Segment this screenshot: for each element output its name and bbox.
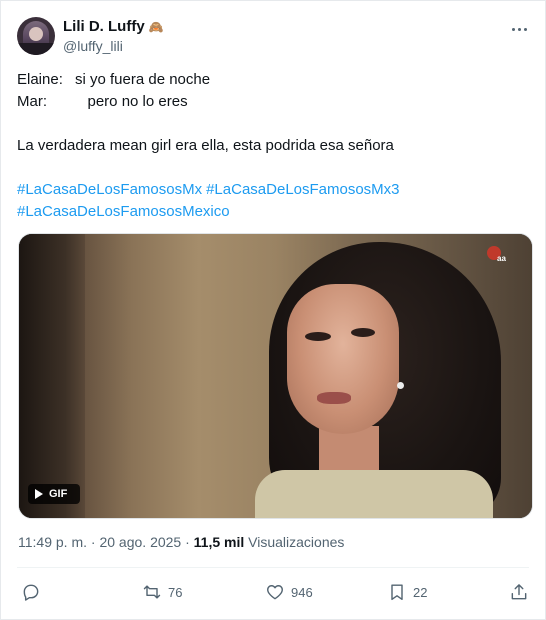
hashtag-list: #LaCasaDeLosFamososMx #LaCasaDeLosFamosos… — [17, 179, 527, 223]
tweet-header: Lili D. Luffy 🙈 @luffy_lili — [17, 15, 533, 59]
channel-logo-text: aa — [497, 254, 506, 263]
post-time[interactable]: 11:49 p. m. — [18, 534, 87, 550]
like-button[interactable]: 946 — [265, 578, 313, 606]
heart-icon — [267, 585, 283, 600]
divider — [17, 567, 529, 568]
post-date[interactable]: 20 ago. 2025 — [99, 534, 181, 550]
dialogue-text: si yo fuera de noche — [75, 71, 211, 88]
gif-label: GIF — [49, 488, 68, 500]
retweet-arrows-icon — [143, 585, 161, 599]
tweet-meta: 11:49 p. m. · 20 ago. 2025 · 11,5 mil Vi… — [18, 534, 344, 550]
bookmark-count: 22 — [413, 584, 428, 600]
comment-text: La verdadera mean girl era ella, esta po… — [17, 137, 394, 154]
dialogue-text: pero no lo eres — [75, 93, 188, 110]
scene-eye — [351, 328, 375, 337]
views-label: Visualizaciones — [248, 534, 345, 550]
author-name-row[interactable]: Lili D. Luffy 🙈 — [63, 18, 164, 35]
scene-face — [287, 284, 399, 434]
bookmark-icon — [391, 584, 403, 601]
author-emoji: 🙈 — [148, 19, 164, 34]
tweet-text: Elaine: si yo fuera de noche Mar: pero no… — [17, 69, 527, 223]
speaker-label: Mar: — [17, 93, 47, 110]
hashtag-link[interactable]: #LaCasaDeLosFamososMx3 — [206, 181, 399, 198]
action-bar: 76 946 22 — [17, 578, 529, 606]
dialogue-line: Elaine: si yo fuera de noche — [17, 69, 527, 91]
retweet-count: 76 — [168, 584, 183, 600]
hashtag-link[interactable]: #LaCasaDeLosFamososMexico — [17, 203, 230, 220]
like-count: 946 — [291, 584, 313, 600]
meta-separator: · — [181, 534, 194, 550]
author-name[interactable]: Lili D. Luffy — [63, 18, 145, 35]
reply-button[interactable] — [21, 578, 41, 606]
scene-eye — [305, 332, 331, 341]
dialogue-line: Mar: pero no lo eres — [17, 91, 527, 113]
gif-media[interactable]: aa GIF — [18, 233, 533, 519]
author-handle[interactable]: @luffy_lili — [63, 38, 123, 54]
gif-play-button[interactable]: GIF — [28, 484, 80, 504]
play-icon — [35, 489, 43, 499]
meta-separator: · — [87, 534, 100, 550]
avatar[interactable] — [17, 17, 55, 55]
scene-earring — [397, 382, 404, 389]
share-button[interactable] — [509, 578, 529, 606]
scene-dress — [255, 470, 493, 518]
hashtag-link[interactable]: #LaCasaDeLosFamososMx — [17, 181, 202, 198]
more-dots-icon[interactable] — [511, 21, 529, 37]
tweet-card: Lili D. Luffy 🙈 @luffy_lili Elaine: si yo… — [0, 0, 546, 620]
bookmark-button[interactable]: 22 — [387, 578, 427, 606]
scene-door — [19, 234, 85, 518]
channel-logo: aa — [487, 246, 511, 268]
reply-bubble-icon — [23, 584, 39, 601]
speaker-label: Elaine: — [17, 71, 63, 88]
share-upload-icon — [511, 584, 527, 600]
retweet-button[interactable]: 76 — [142, 578, 182, 606]
scene-lips — [317, 392, 351, 404]
views-count[interactable]: 11,5 mil — [194, 534, 245, 550]
